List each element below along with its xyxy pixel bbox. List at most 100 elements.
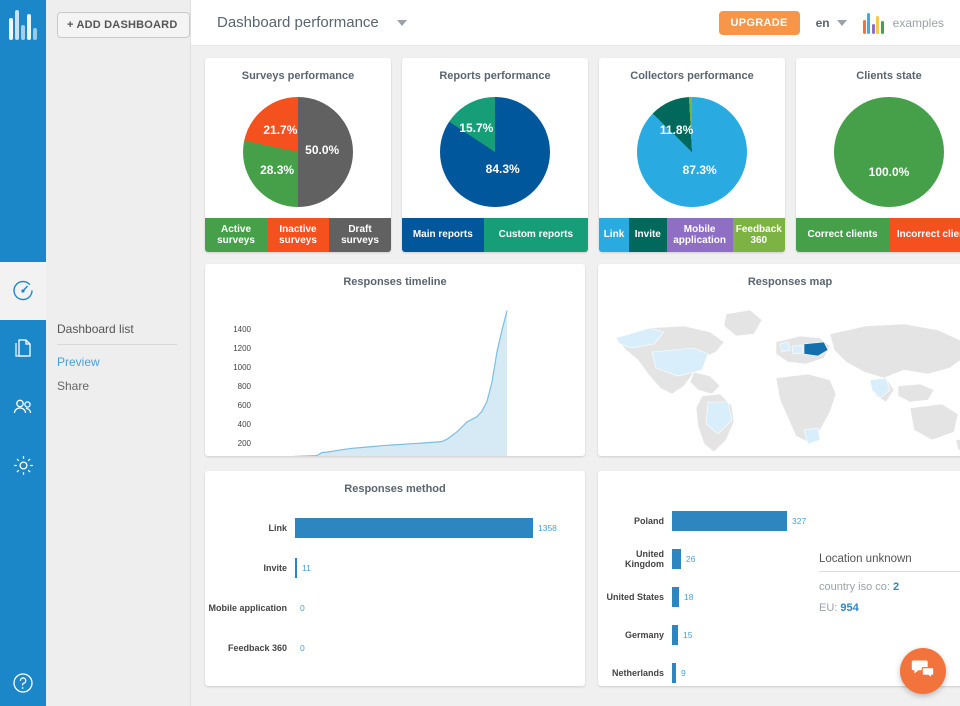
logo-bars-icon bbox=[9, 10, 37, 40]
bar-fill[interactable] bbox=[672, 549, 681, 569]
pie-label-correct-clients: 100.0% bbox=[868, 164, 910, 179]
account-menu[interactable]: examples bbox=[862, 12, 944, 34]
pie-chart-collectors: 87.3% 11.8% bbox=[599, 82, 785, 222]
legend-item-main-reports[interactable]: Main reports bbox=[402, 218, 484, 252]
svg-text:600: 600 bbox=[238, 401, 252, 410]
svg-text:1400: 1400 bbox=[233, 325, 251, 334]
pie-shape: 84.3% 15.7% bbox=[440, 97, 550, 207]
dashboard-app: + ADD DASHBOARD Dashboard list Preview S… bbox=[0, 0, 960, 706]
pie-chart-reports: 84.3% 15.7% bbox=[402, 82, 588, 222]
bar-value: 15 bbox=[683, 630, 693, 640]
rail-item-performance[interactable] bbox=[0, 262, 46, 320]
app-logo[interactable] bbox=[0, 0, 46, 46]
secondary-panel: + ADD DASHBOARD Dashboard list Preview S… bbox=[46, 0, 191, 706]
timeline-chart: 1400 1200 1000 800 600 400 200 0 2011-07… bbox=[233, 310, 527, 473]
svg-text:200: 200 bbox=[238, 439, 252, 448]
upgrade-button[interactable]: UPGRADE bbox=[718, 10, 800, 35]
bar-label: United Kingdom bbox=[625, 549, 664, 569]
bar-label: Poland bbox=[633, 516, 664, 526]
pie-shape: 87.3% 11.8% bbox=[637, 97, 747, 207]
svg-text:800: 800 bbox=[238, 382, 252, 391]
card-collectors-performance: Collectors performance 87.3% 11.8% Link … bbox=[599, 58, 785, 252]
dashboard-selector-chevron-down-icon[interactable] bbox=[396, 19, 407, 26]
svg-text:1000: 1000 bbox=[233, 363, 251, 372]
bar-label: Link bbox=[268, 523, 287, 533]
card-title: Responses timeline bbox=[343, 276, 447, 288]
card-reports-performance: Reports performance 84.3% 15.7% Main rep… bbox=[402, 58, 588, 252]
legend-item-inactive-surveys[interactable]: Inactive surveys bbox=[267, 218, 329, 252]
legend: Active surveys Inactive surveys Draft su… bbox=[205, 218, 391, 252]
legend-item-invite[interactable]: Invite bbox=[628, 218, 667, 252]
pie-label-inactive: 21.7% bbox=[263, 123, 298, 137]
pie-shape: 100.0% bbox=[834, 97, 944, 207]
legend-item-mobile-application[interactable]: Mobile application bbox=[666, 218, 733, 252]
world-map[interactable] bbox=[598, 290, 960, 456]
card-responses-map: Responses map bbox=[598, 264, 960, 456]
row-label: country iso co: bbox=[819, 581, 890, 593]
location-unknown-panel: Location unknown country iso co: 2 EU: 9… bbox=[819, 553, 960, 614]
y-axis-ticks: 1400 1200 1000 800 600 400 200 0 bbox=[233, 325, 252, 464]
legend-item-incorrect-clients[interactable]: Incorrect clients bbox=[889, 218, 960, 252]
language-selector[interactable]: en bbox=[816, 16, 847, 30]
card-title: Responses method bbox=[344, 483, 446, 495]
bar-value: 327 bbox=[792, 516, 807, 526]
bar-value: 26 bbox=[686, 554, 696, 564]
legend-item-correct-clients[interactable]: Correct clients bbox=[796, 218, 889, 252]
card-responses-timeline: Responses timeline 1400 1200 1000 800 60… bbox=[205, 264, 585, 473]
users-icon bbox=[11, 395, 36, 420]
legend: Link Invite Mobile application Feedback … bbox=[599, 218, 785, 252]
legend: Main reports Custom reports bbox=[402, 218, 588, 252]
map-countries bbox=[615, 309, 960, 453]
card-responses-countries: Poland 327 United Kingdom 26 United Stat… bbox=[598, 471, 960, 686]
dashboard-nav: Dashboard list Preview Share bbox=[57, 322, 177, 393]
card-title: Collectors performance bbox=[630, 70, 754, 82]
bar-value: 9 bbox=[681, 668, 686, 678]
bar-value: 11 bbox=[302, 563, 311, 573]
map-country-germany bbox=[791, 344, 804, 355]
card-title: Surveys performance bbox=[241, 70, 355, 82]
sidebar-item-share[interactable]: Share bbox=[57, 369, 177, 393]
rail-item-documents[interactable] bbox=[0, 320, 46, 378]
bar-row-feedback-360: Feedback 360 0 bbox=[205, 638, 585, 658]
bar-fill[interactable] bbox=[295, 518, 533, 538]
rail-item-settings[interactable] bbox=[0, 436, 46, 494]
legend-item-link[interactable]: Link bbox=[599, 218, 629, 252]
help-icon bbox=[11, 671, 35, 700]
bar-fill[interactable] bbox=[672, 511, 787, 531]
sidebar-item-preview[interactable]: Preview bbox=[57, 345, 177, 369]
row-label: EU: bbox=[819, 602, 838, 614]
bar-label: Invite bbox=[263, 563, 287, 573]
add-dashboard-button[interactable]: + ADD DASHBOARD bbox=[57, 12, 190, 38]
pie-label-active: 28.3% bbox=[260, 162, 295, 177]
rail-nav bbox=[0, 262, 46, 494]
bar-fill[interactable] bbox=[672, 587, 679, 607]
bar-label: Feedback 360 bbox=[227, 643, 287, 653]
legend-item-feedback-360[interactable]: Feedback 360 bbox=[732, 218, 785, 252]
card-title: Clients state bbox=[856, 70, 922, 82]
top-bar-actions: UPGRADE en examples bbox=[718, 10, 960, 35]
bar-row-link: Link 1358 bbox=[205, 518, 585, 538]
bar-label: Germany bbox=[624, 630, 664, 640]
legend-item-custom-reports[interactable]: Custom reports bbox=[483, 218, 588, 252]
chat-support-button[interactable] bbox=[900, 648, 946, 694]
svg-text:1200: 1200 bbox=[233, 344, 251, 353]
bar-value: 0 bbox=[300, 603, 305, 613]
card-clients-state: Clients state 100.0% Correct clients Inc… bbox=[796, 58, 960, 252]
legend-item-active-surveys[interactable]: Active surveys bbox=[205, 218, 267, 252]
world-map-svg bbox=[615, 309, 960, 453]
page-title: Dashboard performance bbox=[217, 14, 379, 31]
gear-icon bbox=[11, 453, 36, 478]
legend: Correct clients Incorrect clients bbox=[796, 218, 960, 252]
map-country-united-kingdom bbox=[779, 341, 791, 353]
rail-item-users[interactable] bbox=[0, 378, 46, 436]
rail-item-help[interactable] bbox=[0, 671, 46, 700]
card-title: Responses map bbox=[747, 276, 833, 288]
chat-bubbles-icon bbox=[910, 656, 936, 687]
legend-item-draft-surveys[interactable]: Draft surveys bbox=[329, 218, 391, 252]
bar-label: United States bbox=[606, 592, 664, 602]
area-series bbox=[256, 310, 508, 459]
row-value: 954 bbox=[840, 602, 859, 614]
map-country-south-africa bbox=[803, 427, 821, 445]
dashboard-list-heading: Dashboard list bbox=[57, 322, 177, 345]
location-unknown-row-iso: country iso co: 2 bbox=[819, 572, 960, 593]
